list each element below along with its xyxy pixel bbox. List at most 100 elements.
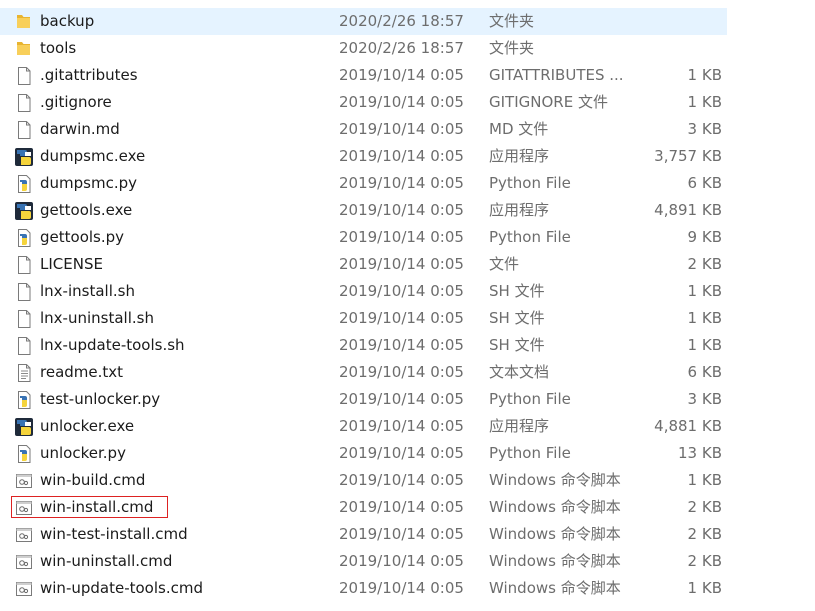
file-name: win-test-install.cmd <box>40 525 188 543</box>
file-row[interactable]: gettools.py 2019/10/14 0:05 Python File 9 K… <box>0 224 815 251</box>
file-type: 应用程序 <box>489 201 550 219</box>
file-name: .gitattributes <box>40 66 138 84</box>
file-name: win-update-tools.cmd <box>40 579 203 597</box>
file-row[interactable]: tools 2020/2/26 18:57 文件夹 <box>0 35 815 62</box>
document-icon <box>14 332 36 359</box>
file-name: backup <box>40 12 95 30</box>
file-type: SH 文件 <box>489 282 545 300</box>
file-name: gettools.exe <box>40 201 133 219</box>
file-row[interactable]: win-test-install.cmd 2019/10/14 0:05 Windo… <box>0 521 815 548</box>
file-modified-date: 2019/10/14 0:05 <box>339 579 464 597</box>
file-size: 6 KB <box>687 363 722 381</box>
file-type: Python File <box>489 174 571 192</box>
file-modified-date: 2019/10/14 0:05 <box>339 363 464 381</box>
file-row[interactable]: backup 2020/2/26 18:57 文件夹 <box>0 8 727 35</box>
file-modified-date: 2019/10/14 0:05 <box>339 552 464 570</box>
file-modified-date: 2019/10/14 0:05 <box>339 525 464 543</box>
python-file-icon <box>14 440 36 467</box>
file-modified-date: 2019/10/14 0:05 <box>339 120 464 138</box>
file-size: 9 KB <box>687 228 722 246</box>
python-exe-icon <box>14 413 36 440</box>
file-size: 3 KB <box>687 120 722 138</box>
file-row[interactable]: lnx-uninstall.sh 2019/10/14 0:05 SH 文件 1 KB <box>0 305 815 332</box>
file-row[interactable]: win-update-tools.cmd 2019/10/14 0:05 Windo… <box>0 575 815 602</box>
file-name: .gitignore <box>40 93 112 111</box>
file-name: unlocker.exe <box>40 417 135 435</box>
file-name: lnx-uninstall.sh <box>40 309 154 327</box>
file-name: test-unlocker.py <box>40 390 161 408</box>
file-size: 2 KB <box>687 525 722 543</box>
file-type: MD 文件 <box>489 120 549 138</box>
file-size <box>600 8 722 35</box>
file-row[interactable]: readme.txt 2019/10/14 0:05 文本文档 6 KB <box>0 359 815 386</box>
file-modified-date: 2019/10/14 0:05 <box>339 147 464 165</box>
file-size: 1 KB <box>687 336 722 354</box>
file-row[interactable]: lnx-install.sh 2019/10/14 0:05 SH 文件 1 KB <box>0 278 815 305</box>
python-file-icon <box>14 386 36 413</box>
python-exe-icon <box>14 143 36 170</box>
cmd-script-icon <box>14 521 36 548</box>
file-row[interactable]: gettools.exe 2019/10/14 0:05 应用程序 4,891 KB <box>0 197 815 224</box>
file-size: 4,881 KB <box>654 417 722 435</box>
file-type: SH 文件 <box>489 336 545 354</box>
file-row[interactable]: win-build.cmd 2019/10/14 0:05 Windows 命令脚本… <box>0 467 815 494</box>
file-type: 文本文档 <box>489 363 550 381</box>
python-file-icon <box>14 224 36 251</box>
file-row[interactable]: unlocker.exe 2019/10/14 0:05 应用程序 4,881 KB <box>0 413 815 440</box>
file-type: 文件夹 <box>489 12 535 30</box>
file-type: 文件夹 <box>489 39 535 57</box>
file-row[interactable]: lnx-update-tools.sh 2019/10/14 0:05 SH 文件 1… <box>0 332 815 359</box>
python-exe-icon <box>14 197 36 224</box>
document-icon <box>14 278 36 305</box>
file-type: 文件 <box>489 255 520 273</box>
file-name: tools <box>40 39 77 57</box>
file-row[interactable]: win-install.cmd 2019/10/14 0:05 Windows 命令… <box>0 494 815 521</box>
file-name: unlocker.py <box>40 444 126 462</box>
file-size: 6 KB <box>687 174 722 192</box>
file-size <box>600 35 722 62</box>
file-size: 13 KB <box>678 444 722 462</box>
cmd-script-icon <box>14 548 36 575</box>
file-name: lnx-update-tools.sh <box>40 336 185 354</box>
file-row[interactable]: darwin.md 2019/10/14 0:05 MD 文件 3 KB <box>0 116 815 143</box>
file-modified-date: 2019/10/14 0:05 <box>339 93 464 111</box>
file-size: 2 KB <box>687 255 722 273</box>
file-row[interactable]: test-unlocker.py 2019/10/14 0:05 Python Fi… <box>0 386 815 413</box>
text-document-icon <box>14 359 36 386</box>
document-icon <box>14 89 36 116</box>
file-name: win-build.cmd <box>40 471 146 489</box>
file-name: readme.txt <box>40 363 124 381</box>
file-name: LICENSE <box>40 255 103 273</box>
file-type: Python File <box>489 390 571 408</box>
file-name: darwin.md <box>40 120 120 138</box>
file-row[interactable]: .gitignore 2019/10/14 0:05 GITIGNORE 文件 1 K… <box>0 89 815 116</box>
file-name: dumpsmc.py <box>40 174 138 192</box>
file-size: 1 KB <box>687 309 722 327</box>
file-type: GITIGNORE 文件 <box>489 93 608 111</box>
highlight-box <box>11 496 168 518</box>
file-row[interactable]: dumpsmc.exe 2019/10/14 0:05 应用程序 3,757 KB <box>0 143 815 170</box>
file-type: 应用程序 <box>489 147 550 165</box>
file-name: dumpsmc.exe <box>40 147 146 165</box>
file-modified-date: 2019/10/14 0:05 <box>339 471 464 489</box>
file-size: 3 KB <box>687 390 722 408</box>
file-size: 1 KB <box>687 93 722 111</box>
file-type: Python File <box>489 228 571 246</box>
file-row[interactable]: unlocker.py 2019/10/14 0:05 Python File 13 … <box>0 440 815 467</box>
document-icon <box>14 251 36 278</box>
file-row[interactable]: dumpsmc.py 2019/10/14 0:05 Python File 6 KB <box>0 170 815 197</box>
file-size: 1 KB <box>687 579 722 597</box>
file-row[interactable]: win-uninstall.cmd 2019/10/14 0:05 Windows … <box>0 548 815 575</box>
file-modified-date: 2020/2/26 18:57 <box>339 12 464 30</box>
file-modified-date: 2019/10/14 0:05 <box>339 309 464 327</box>
python-file-icon <box>14 170 36 197</box>
document-icon <box>14 116 36 143</box>
file-row[interactable]: LICENSE 2019/10/14 0:05 文件 2 KB <box>0 251 815 278</box>
file-modified-date: 2020/2/26 18:57 <box>339 39 464 57</box>
file-row[interactable]: .gitattributes 2019/10/14 0:05 GITATTRIBUT… <box>0 62 815 89</box>
file-modified-date: 2019/10/14 0:05 <box>339 282 464 300</box>
document-icon <box>14 62 36 89</box>
file-size: 3,757 KB <box>654 147 722 165</box>
file-modified-date: 2019/10/14 0:05 <box>339 228 464 246</box>
file-type: SH 文件 <box>489 309 545 327</box>
